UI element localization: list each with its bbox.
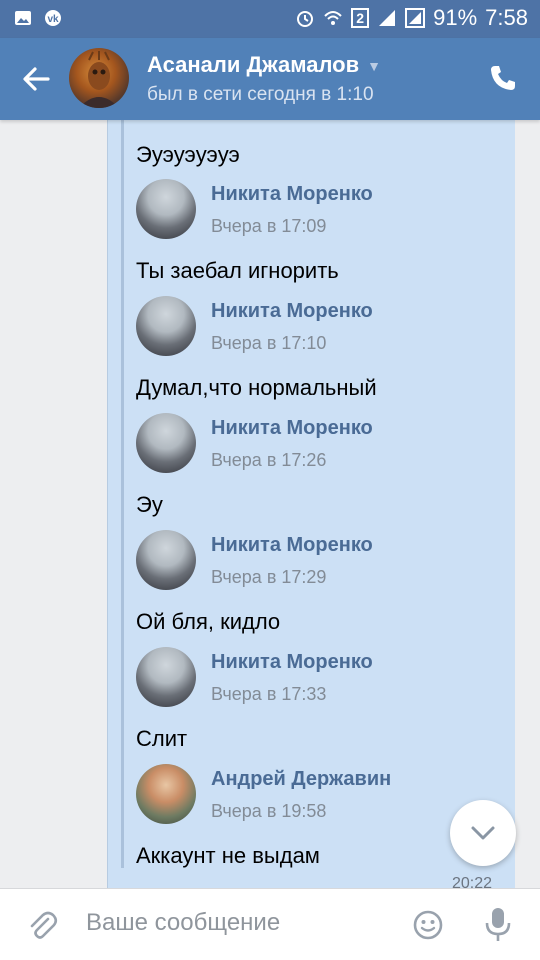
avatar[interactable] xyxy=(136,530,196,590)
message-author[interactable]: Никита Моренко xyxy=(211,534,373,557)
avatar[interactable] xyxy=(136,413,196,473)
message-time: Вчера в 17:26 xyxy=(211,450,327,470)
message-time: Вчера в 17:33 xyxy=(211,684,327,704)
wifi-icon xyxy=(324,11,342,25)
last-seen-status: был в сети сегодня в 1:10 xyxy=(147,84,374,105)
message-text: Думал,что нормальный xyxy=(136,375,377,400)
message-text: Слит xyxy=(136,726,188,751)
message-time: Вчера в 19:58 xyxy=(211,801,327,821)
message-time: Вчера в 17:29 xyxy=(211,567,327,587)
message-text: Аккаунт не выдам xyxy=(136,843,320,868)
message-author[interactable]: Никита Моренко xyxy=(211,300,373,323)
avatar[interactable] xyxy=(136,296,196,356)
mic-icon[interactable] xyxy=(484,906,512,944)
smile-icon[interactable] xyxy=(412,909,444,941)
message-time: Вчера в 17:10 xyxy=(211,333,327,353)
contact-name[interactable]: Асанали Джамалов ▼ xyxy=(147,52,381,78)
attach-icon[interactable] xyxy=(26,909,58,941)
svg-text:vk: vk xyxy=(47,14,59,25)
chevron-down-icon[interactable]: ▼ xyxy=(367,58,381,74)
avatar[interactable] xyxy=(136,764,196,824)
phone-icon[interactable] xyxy=(488,63,518,93)
scroll-down-button[interactable] xyxy=(450,800,516,866)
message-text: Ой бля, кидло xyxy=(136,609,281,634)
message-text: Эуэуэуэуэ xyxy=(136,142,240,167)
message-author[interactable]: Никита Моренко xyxy=(211,651,373,674)
message-author[interactable]: Никита Моренко xyxy=(211,417,373,440)
signal-icon xyxy=(379,10,396,26)
avatar[interactable] xyxy=(136,647,196,707)
message-input[interactable] xyxy=(86,909,396,937)
message-author[interactable]: Никита Моренко xyxy=(211,183,373,206)
contact-name-text: Асанали Джамалов xyxy=(147,52,360,77)
sim-badge: 2 xyxy=(351,8,370,28)
battery-percent: 91% xyxy=(433,5,478,30)
avatar[interactable] xyxy=(69,48,129,108)
signal-icon xyxy=(405,8,426,28)
message-author[interactable]: Андрей Державин xyxy=(211,768,391,791)
vk-icon: vk xyxy=(45,10,61,26)
status-bar: vk 2 91% 7:58 xyxy=(0,0,540,38)
forward-quote-line xyxy=(121,120,124,868)
bubble-timestamp: 20:22 xyxy=(452,875,493,888)
image-icon xyxy=(15,11,31,25)
alarm-icon xyxy=(297,11,314,27)
chat-header: Асанали Джамалов ▼ был в сети сегодня в 1… xyxy=(0,38,540,120)
back-arrow-icon[interactable] xyxy=(18,61,54,97)
message-time: Вчера в 17:09 xyxy=(211,216,327,236)
avatar[interactable] xyxy=(136,179,196,239)
chevron-down-icon xyxy=(471,826,495,840)
clock: 7:58 xyxy=(485,5,528,30)
message-text: Ты заебал игнорить xyxy=(136,258,339,283)
message-text: Эу xyxy=(136,492,163,517)
message-list[interactable]: Эуэуэуэуэ Никита Моренко Вчера в 17:09 Т… xyxy=(0,120,540,888)
message-composer xyxy=(0,888,540,960)
